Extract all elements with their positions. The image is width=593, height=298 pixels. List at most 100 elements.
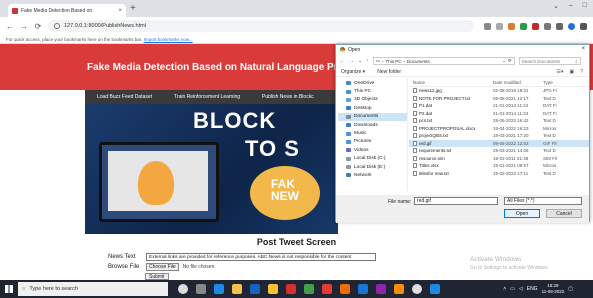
new-tab-button[interactable]: + <box>130 3 136 14</box>
sidebar-item[interactable]: Documents <box>338 112 407 121</box>
file-explorer-icon[interactable] <box>232 284 242 294</box>
column-type[interactable]: Type <box>543 80 583 85</box>
up-icon[interactable]: ↑ <box>366 58 369 64</box>
open-button[interactable]: Open <box>504 209 540 218</box>
column-name[interactable]: Name <box>409 80 493 85</box>
back-icon[interactable]: ← <box>6 22 14 31</box>
maximize-button[interactable]: □ <box>583 2 587 10</box>
sidebar-item-label: Downloads <box>354 122 378 128</box>
cortana-icon[interactable] <box>178 284 188 294</box>
app-icon[interactable] <box>376 284 386 294</box>
dialog-close-icon[interactable]: × <box>581 46 585 52</box>
sidebar-item[interactable]: OneDrive <box>338 79 407 87</box>
tab-search-icon[interactable]: ⌄ <box>553 2 559 10</box>
file-row[interactable]: pcs.txt 28-05-2022 16:42 Text D <box>409 117 589 125</box>
breadcrumb-this-pc[interactable]: This PC <box>385 59 401 64</box>
app-icon[interactable] <box>430 284 440 294</box>
file-row[interactable]: PROJECTPROPOSAL.docx 15-04-2022 16:23 Micr… <box>409 125 589 133</box>
file-row[interactable]: requirements.txt 25-03-2021 14:06 Text D <box>409 147 589 155</box>
sidebar-item[interactable]: Pictures <box>338 138 407 146</box>
file-row[interactable]: projectQBS.txt 18-03-2021 17:20 Text D <box>409 132 589 140</box>
sidebar-item[interactable]: Network <box>338 171 407 179</box>
info-icon[interactable] <box>54 23 60 29</box>
forward-icon[interactable]: → <box>20 22 28 31</box>
reload-icon[interactable]: ⟳ <box>34 22 42 31</box>
puzzle-icon[interactable] <box>544 22 551 30</box>
news-text-input[interactable]: External links are provided for referenc… <box>146 253 376 261</box>
choose-file-button[interactable]: Choose File <box>146 263 179 271</box>
extension-icon[interactable] <box>508 22 515 30</box>
sidebar-item[interactable]: 3D Objects <box>338 96 407 104</box>
start-button[interactable] <box>0 280 18 298</box>
taskbar-search[interactable]: ○ Type here to search <box>18 282 168 296</box>
file-row[interactable]: news12.jpg 02-08-2019 19:31 JPG Fi <box>409 87 589 95</box>
file-row[interactable]: red.gif 09-08-2022 12:53 GIF Fil <box>409 139 589 147</box>
star-icon[interactable] <box>496 22 503 30</box>
submit-button[interactable]: Submit <box>145 273 169 280</box>
sidebar-item[interactable]: Videos <box>338 146 407 154</box>
file-row[interactable]: Titles.xlsx 15-01-2021 08:57 Micros <box>409 162 589 170</box>
column-date[interactable]: Date modified <box>493 80 543 85</box>
word-icon[interactable] <box>358 284 368 294</box>
cancel-button[interactable]: Cancel <box>546 209 582 218</box>
sidebar-item[interactable]: Desktop <box>338 104 407 112</box>
url-text[interactable]: 127.0.0.1:8000/PublishNews.html <box>64 23 146 29</box>
organize-menu[interactable]: Organize ▾ <box>341 69 365 75</box>
tray-chevron-icon[interactable]: ˄ <box>503 286 506 292</box>
refresh-icon[interactable]: ⟳ <box>508 58 512 64</box>
new-folder-button[interactable]: New folder <box>377 69 401 75</box>
app-icon[interactable] <box>286 284 296 294</box>
view-options-icon[interactable]: ☰▾ <box>556 69 563 75</box>
file-row[interactable]: P1.dat 21-01-2014 11:24 DAT Fi <box>409 102 589 110</box>
file-row[interactable]: NOTE FOR PROJECT.txt 09-06-2021 12:17 Text… <box>409 95 589 103</box>
dialog-command-bar: Organize ▾ New folder ☰▾ ▣ ? <box>336 68 589 77</box>
sidebar-item[interactable]: Music <box>338 129 407 137</box>
file-row[interactable]: titlesfor new.txt 15-02-2022 17:11 Text D <box>409 170 589 178</box>
breadcrumb-documents[interactable]: Documents <box>407 59 430 64</box>
notifications-icon[interactable]: ▢ <box>568 286 573 292</box>
nav-load-dataset[interactable]: Load Buzz Feed Dataset <box>97 94 152 100</box>
help-icon[interactable]: ? <box>580 69 583 75</box>
nav-train-rl[interactable]: Train Reinforcement Learning <box>174 94 240 100</box>
sidebar-item[interactable]: Local Disk (E:) <box>338 163 407 171</box>
minimize-button[interactable]: – <box>569 2 573 10</box>
app-icon[interactable] <box>304 284 314 294</box>
browser-tab[interactable]: Fake Media Detection Based on × <box>8 4 126 17</box>
network-icon[interactable]: ▭ <box>510 286 515 292</box>
tab-close-icon[interactable]: × <box>118 8 122 14</box>
share-icon[interactable] <box>484 22 491 30</box>
sidebar-item[interactable]: This PC <box>338 87 407 95</box>
edge-icon[interactable] <box>214 284 224 294</box>
path-dropdown-icon[interactable]: ⌄ <box>502 58 506 64</box>
app-icon[interactable] <box>322 284 332 294</box>
nav-publish-news[interactable]: Publish News in Blockc <box>262 94 314 100</box>
preview-pane-icon[interactable]: ▣ <box>569 69 574 75</box>
dialog-search-input[interactable]: Search Documents ⌕ <box>518 57 581 65</box>
file-type-select[interactable]: All Files (*.*) <box>504 197 582 205</box>
file-row[interactable]: P2.dat 21-01-2014 11:24 DAT Fi <box>409 110 589 118</box>
profile-icon[interactable] <box>568 22 575 30</box>
forward-icon[interactable]: → <box>349 58 354 64</box>
file-row[interactable]: resource.sim 15-02-2011 01:48 SIM Fil <box>409 155 589 163</box>
volume-icon[interactable]: ◁ <box>519 286 523 292</box>
sidebar-item[interactable]: Downloads <box>338 121 407 129</box>
extension-icon[interactable] <box>532 22 539 30</box>
chrome-icon[interactable] <box>412 284 422 294</box>
app-icon[interactable] <box>394 284 404 294</box>
task-view-icon[interactable] <box>196 284 206 294</box>
address-bar[interactable]: 127.0.0.1:8000/PublishNews.html <box>48 20 474 32</box>
back-icon[interactable]: ← <box>340 58 345 64</box>
store-icon[interactable] <box>250 284 260 294</box>
path-breadcrumb[interactable]: ▭ › This PC › Documents ⌄ ⟳ <box>372 57 515 65</box>
sidebar-item[interactable]: Local Disk (C:) <box>338 155 407 163</box>
menu-icon[interactable] <box>580 22 587 30</box>
sidepanel-icon[interactable] <box>556 22 563 30</box>
app-icon[interactable] <box>340 284 350 294</box>
import-bookmarks-link[interactable]: Import bookmarks now... <box>144 37 193 42</box>
clock[interactable]: 16:29 11-08-2022 <box>542 283 565 295</box>
recent-chevron-icon[interactable]: ⌄ <box>358 58 362 64</box>
extension-icon[interactable] <box>520 22 527 30</box>
file-name-input[interactable]: red.gif <box>414 197 498 205</box>
language-indicator[interactable]: ENG <box>527 286 538 292</box>
app-icon[interactable] <box>268 284 278 294</box>
